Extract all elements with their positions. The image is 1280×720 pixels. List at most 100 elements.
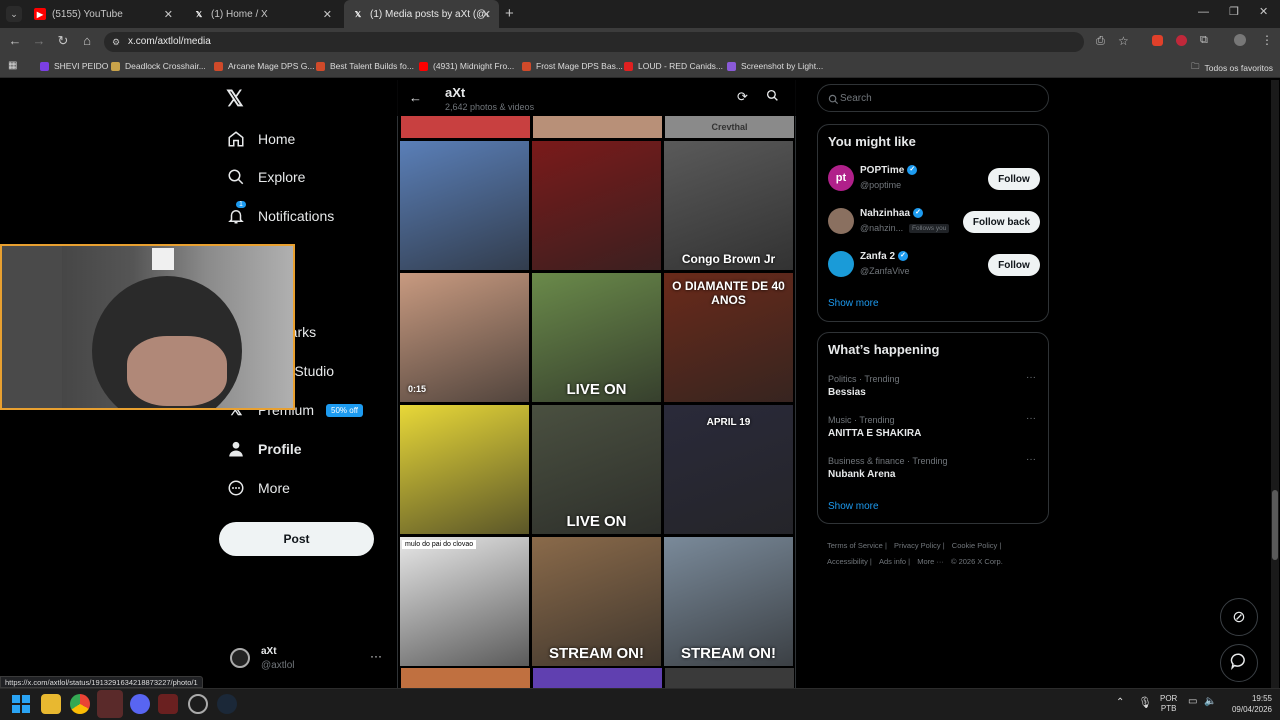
clock[interactable]: 19:55 09/04/2026	[1222, 693, 1272, 715]
messages-floating-button[interactable]	[1220, 644, 1258, 682]
bookmark-star-icon[interactable]: ☆	[1118, 34, 1129, 48]
nav-notifications[interactable]: 1 Notifications	[226, 201, 334, 231]
post-button[interactable]: Post	[219, 522, 374, 556]
forward-arrow-icon[interactable]: →	[30, 33, 48, 48]
bookmark-item[interactable]: LOUD - RED Canids...	[624, 61, 723, 71]
search-icon[interactable]	[766, 89, 779, 107]
volume-icon[interactable]: 🔈	[1204, 696, 1216, 707]
close-tab-icon[interactable]: ✕	[482, 8, 491, 21]
profile-avatar-icon[interactable]	[1234, 34, 1246, 46]
media-tile[interactable]: LIVE ON	[532, 405, 661, 534]
trend-item[interactable]: Music · Trending ANITTA E SHAKIRA ···	[818, 412, 1050, 446]
reload-icon[interactable]: ↻	[54, 33, 72, 49]
nav-more[interactable]: More	[226, 473, 290, 503]
url-field[interactable]: ⚙ x.com/axtlol/media	[104, 32, 1084, 52]
x-logo-icon[interactable]: 𝕏	[226, 86, 244, 112]
media-tile[interactable]: mulo do pai do clovao	[400, 537, 529, 666]
suggestion-row[interactable]: Nahzinhaa ✓ @nahzin... Follows you Follow…	[818, 204, 1050, 242]
nav-profile[interactable]: Profile	[226, 434, 302, 464]
close-tab-icon[interactable]: ✕	[323, 8, 332, 21]
media-tile[interactable]: STREAM ON!	[664, 537, 793, 666]
bookmark-item[interactable]: Arcane Mage DPS G...	[214, 61, 314, 71]
install-app-icon[interactable]: ⎙	[1096, 35, 1105, 48]
tab-list-button[interactable]: ⌄	[6, 6, 22, 22]
media-tile[interactable]	[532, 141, 661, 270]
windows-start-icon[interactable]	[12, 695, 32, 715]
page-scrollbar[interactable]	[1271, 80, 1279, 688]
bookmark-item[interactable]: Deadlock Crosshair...	[111, 61, 206, 71]
media-tile[interactable]: Congo Brown Jr	[664, 141, 793, 270]
bookmark-item[interactable]: (4931) Midnight Fro...	[419, 61, 514, 71]
search-box[interactable]: Search	[817, 84, 1049, 112]
media-tile[interactable]: APRIL 19	[664, 405, 793, 534]
nav-explore[interactable]: Explore	[226, 162, 305, 192]
browser-tab-media[interactable]: 𝕏 (1) Media posts by aXt (@axtlol ✕	[344, 0, 499, 28]
obs-icon[interactable]	[97, 690, 123, 718]
follow-back-button[interactable]: Follow back	[963, 211, 1040, 233]
more-dots-icon[interactable]: ···	[1026, 454, 1036, 465]
footer-link[interactable]: Ads info	[879, 557, 906, 566]
media-tile[interactable]	[401, 668, 530, 688]
bookmark-item[interactable]: Screenshot by Light...	[727, 61, 823, 71]
media-tile[interactable]: 0:15	[400, 273, 529, 402]
tray-chevron-icon[interactable]: ⌃	[1116, 697, 1124, 708]
discord-icon[interactable]	[130, 694, 150, 714]
close-tab-icon[interactable]: ✕	[164, 8, 173, 21]
browser-tab-youtube[interactable]: ▶ (5155) YouTube ✕	[26, 0, 181, 28]
grok-floating-button[interactable]: ⊘	[1220, 598, 1258, 636]
media-tile[interactable]: LIVE ON	[532, 273, 661, 402]
steelseries-icon[interactable]	[188, 694, 208, 714]
media-tile[interactable]	[400, 405, 529, 534]
bookmark-item[interactable]: Best Talent Builds fo...	[316, 61, 414, 71]
apps-grid-icon[interactable]: ▦	[8, 60, 17, 71]
browser-menu-icon[interactable]: ⋮	[1261, 33, 1273, 47]
media-tile[interactable]: O DIAMANTE DE 40 ANOS	[664, 273, 793, 402]
media-tile[interactable]: Crevthal	[665, 116, 794, 138]
scrollbar-thumb[interactable]	[1272, 490, 1278, 560]
footer-link[interactable]: Cookie Policy	[952, 541, 997, 550]
minimize-button[interactable]: —	[1198, 6, 1209, 18]
restore-button[interactable]: ❐	[1229, 5, 1239, 18]
media-tile[interactable]	[665, 668, 794, 688]
follow-button[interactable]: Follow	[988, 254, 1040, 276]
footer-link[interactable]: Privacy Policy	[894, 541, 941, 550]
footer-link[interactable]: Accessibility	[827, 557, 868, 566]
media-tile[interactable]	[533, 668, 662, 688]
suggestion-row[interactable]: Zanfa 2 ✓ @ZanfaVive Follow	[818, 247, 1050, 285]
suggestion-row[interactable]: pt POPTime ✓ @poptime Follow	[818, 161, 1050, 199]
more-dots-icon[interactable]: ···	[1026, 413, 1036, 424]
language-indicator[interactable]: POR PTB	[1160, 694, 1177, 714]
trend-item[interactable]: Business & finance · Trending Nubank Are…	[818, 453, 1050, 487]
account-switcher[interactable]: aXt @axtlol ···	[226, 644, 386, 674]
media-tile[interactable]: STREAM ON!	[532, 537, 661, 666]
media-tile[interactable]	[400, 141, 529, 270]
footer-link[interactable]: Terms of Service	[827, 541, 883, 550]
microphone-icon[interactable]: 🎙	[1138, 696, 1152, 709]
nav-home[interactable]: Home	[226, 124, 295, 154]
bookmark-item[interactable]: Frost Mage DPS Bas...	[522, 61, 623, 71]
bookmark-item[interactable]: SHEVI PEIDO	[40, 61, 108, 71]
steam-icon[interactable]	[217, 694, 237, 714]
home-page-icon[interactable]: ⌂	[78, 33, 96, 48]
follow-button[interactable]: Follow	[988, 168, 1040, 190]
file-explorer-icon[interactable]	[41, 694, 61, 714]
back-arrow-icon[interactable]: ←	[6, 33, 24, 48]
app-icon[interactable]	[158, 694, 178, 714]
more-dots-icon[interactable]: ···	[1026, 372, 1036, 383]
new-tab-button[interactable]: +	[505, 5, 514, 22]
site-info-icon[interactable]: ⚙	[112, 32, 120, 52]
show-more-link[interactable]: Show more	[828, 298, 879, 309]
grok-icon[interactable]: ⟳	[737, 89, 748, 105]
media-tile[interactable]	[533, 116, 662, 138]
chrome-icon[interactable]	[70, 694, 90, 714]
back-arrow-icon[interactable]: ←	[409, 90, 422, 105]
show-more-link[interactable]: Show more	[828, 501, 879, 512]
more-dots-icon[interactable]: ···	[370, 649, 382, 663]
browser-tab-home-x[interactable]: 𝕏 (1) Home / X ✕	[185, 0, 340, 28]
extensions-puzzle-icon[interactable]: ⧉	[1200, 34, 1208, 47]
adblock-icon[interactable]	[1176, 35, 1187, 46]
trend-item[interactable]: Politics · Trending Bessias ···	[818, 371, 1050, 405]
media-tile[interactable]	[401, 116, 530, 138]
network-icon[interactable]: ▭	[1188, 696, 1197, 707]
bookmarks-folder[interactable]: 🗀 Todos os favoritos	[1191, 61, 1273, 75]
